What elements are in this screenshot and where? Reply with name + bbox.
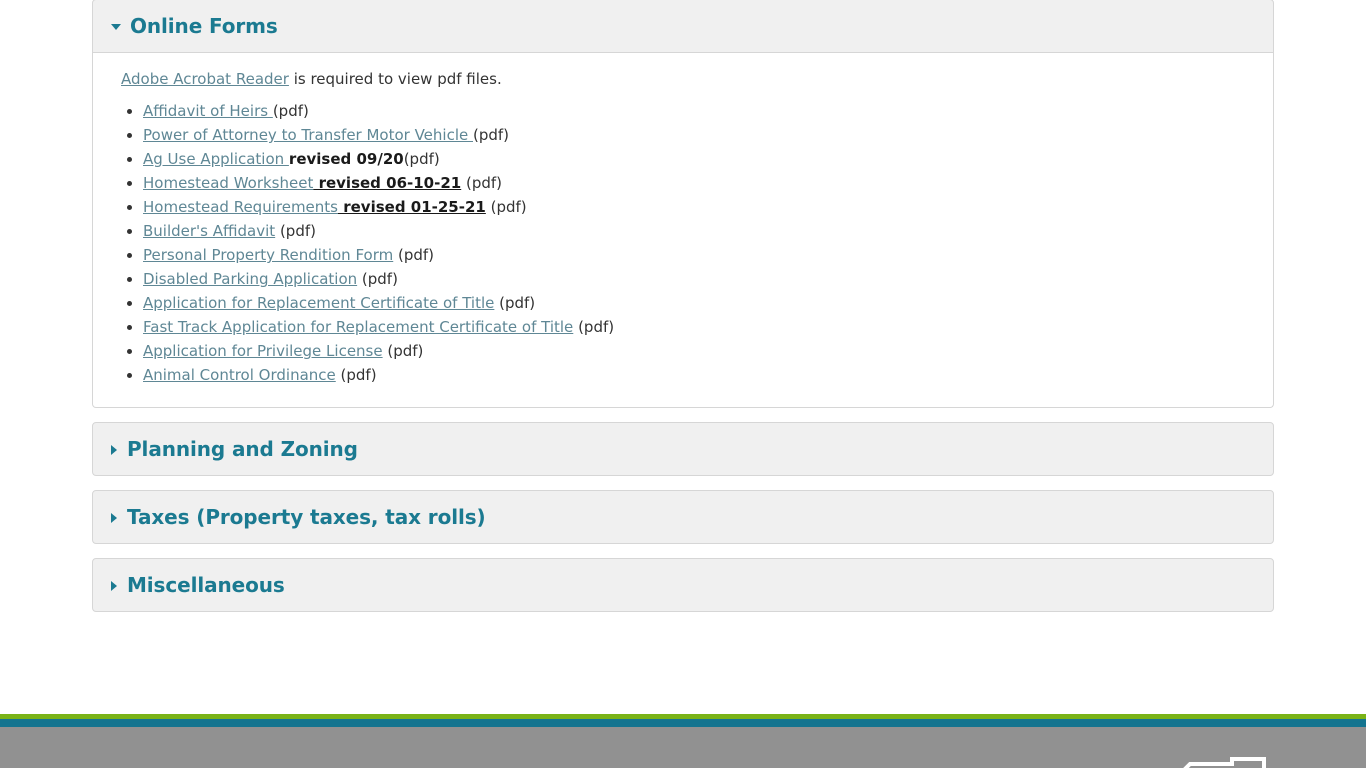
form-link[interactable]: Affidavit of Heirs: [143, 102, 273, 120]
accordion-header-online-forms[interactable]: Online Forms: [92, 0, 1274, 53]
form-link[interactable]: Power of Attorney to Transfer Motor Vehi…: [143, 126, 473, 144]
accordion-title-online-forms: Online Forms: [130, 14, 278, 38]
accordion-section-taxes: Taxes (Property taxes, tax rolls): [92, 490, 1274, 544]
forms-accordion: Online Forms Adobe Acrobat Reader is req…: [92, 0, 1274, 626]
pdf-format-tag: (pdf): [357, 270, 398, 288]
pdf-format-tag: (pdf): [473, 126, 510, 144]
accordion-section-miscellaneous: Miscellaneous: [92, 558, 1274, 612]
form-link[interactable]: Fast Track Application for Replacement C…: [143, 318, 573, 336]
form-link[interactable]: Builder's Affidavit: [143, 222, 275, 240]
form-link[interactable]: Animal Control Ordinance: [143, 366, 336, 384]
pdf-format-tag: (pdf): [494, 294, 536, 312]
accordion-header-planning-and-zoning[interactable]: Planning and Zoning: [92, 422, 1274, 476]
pdf-format-tag: (pdf): [272, 102, 309, 120]
site-footer: [0, 714, 1366, 768]
acrobat-notice: Adobe Acrobat Reader is required to view…: [121, 67, 1255, 91]
form-list-item: Application for Replacement Certificate …: [143, 291, 1255, 315]
pdf-format-tag: (pdf): [335, 366, 377, 384]
triangle-right-icon: [111, 445, 117, 455]
triangle-right-icon: [111, 581, 117, 591]
form-list-item: Personal Property Rendition Form (pdf): [143, 243, 1255, 267]
triangle-down-icon: [111, 24, 121, 30]
accordion-section-planning-and-zoning: Planning and Zoning: [92, 422, 1274, 476]
form-list-item: Ag Use Application revised 09/20(pdf): [143, 147, 1255, 171]
form-list-item: Application for Privilege License (pdf): [143, 339, 1255, 363]
footer-teal-stripe: [0, 719, 1366, 727]
footer-body: [0, 727, 1366, 768]
pdf-format-tag: (pdf): [461, 174, 503, 192]
form-list-item: Power of Attorney to Transfer Motor Vehi…: [143, 123, 1255, 147]
form-link[interactable]: Homestead Worksheet: [143, 174, 313, 192]
form-list-item: Homestead Requirements revised 01-25-21 …: [143, 195, 1255, 219]
triangle-right-icon: [111, 513, 117, 523]
accordion-header-miscellaneous[interactable]: Miscellaneous: [92, 558, 1274, 612]
form-link[interactable]: Ag Use Application: [143, 150, 289, 168]
form-list-item: Disabled Parking Application (pdf): [143, 267, 1255, 291]
pdf-format-tag: (pdf): [382, 342, 424, 360]
county-map-outline-logo: [1183, 757, 1266, 768]
form-revised-note: revised 06-10-21: [313, 174, 462, 192]
accordion-title-miscellaneous: Miscellaneous: [127, 573, 285, 597]
pdf-format-tag: (pdf): [573, 318, 615, 336]
accordion-header-taxes[interactable]: Taxes (Property taxes, tax rolls): [92, 490, 1274, 544]
pdf-format-tag: (pdf): [485, 198, 527, 216]
form-link[interactable]: Application for Replacement Certificate …: [143, 294, 494, 312]
online-forms-list: Affidavit of Heirs (pdf)Power of Attorne…: [121, 99, 1255, 387]
form-link[interactable]: Application for Privilege License: [143, 342, 383, 360]
accordion-section-online-forms: Online Forms Adobe Acrobat Reader is req…: [92, 0, 1274, 408]
form-link[interactable]: Homestead Requirements: [143, 198, 338, 216]
form-list-item: Homestead Worksheet revised 06-10-21 (pd…: [143, 171, 1255, 195]
pdf-format-tag: (pdf): [393, 246, 435, 264]
accordion-title-planning-and-zoning: Planning and Zoning: [127, 437, 358, 461]
pdf-format-tag: (pdf): [275, 222, 316, 240]
form-revised-note: revised 09/20: [288, 150, 404, 168]
form-list-item: Fast Track Application for Replacement C…: [143, 315, 1255, 339]
form-link[interactable]: Personal Property Rendition Form: [143, 246, 393, 264]
form-link[interactable]: Disabled Parking Application: [143, 270, 357, 288]
pdf-format-tag: (pdf): [403, 150, 440, 168]
form-list-item: Animal Control Ordinance (pdf): [143, 363, 1255, 387]
adobe-acrobat-reader-link[interactable]: Adobe Acrobat Reader: [121, 70, 289, 88]
acrobat-notice-text: is required to view pdf files.: [288, 70, 502, 88]
form-revised-note: revised 01-25-21: [338, 198, 486, 216]
form-list-item: Affidavit of Heirs (pdf): [143, 99, 1255, 123]
form-list-item: Builder's Affidavit (pdf): [143, 219, 1255, 243]
accordion-panel-online-forms: Adobe Acrobat Reader is required to view…: [92, 53, 1274, 408]
accordion-title-taxes: Taxes (Property taxes, tax rolls): [127, 505, 486, 529]
